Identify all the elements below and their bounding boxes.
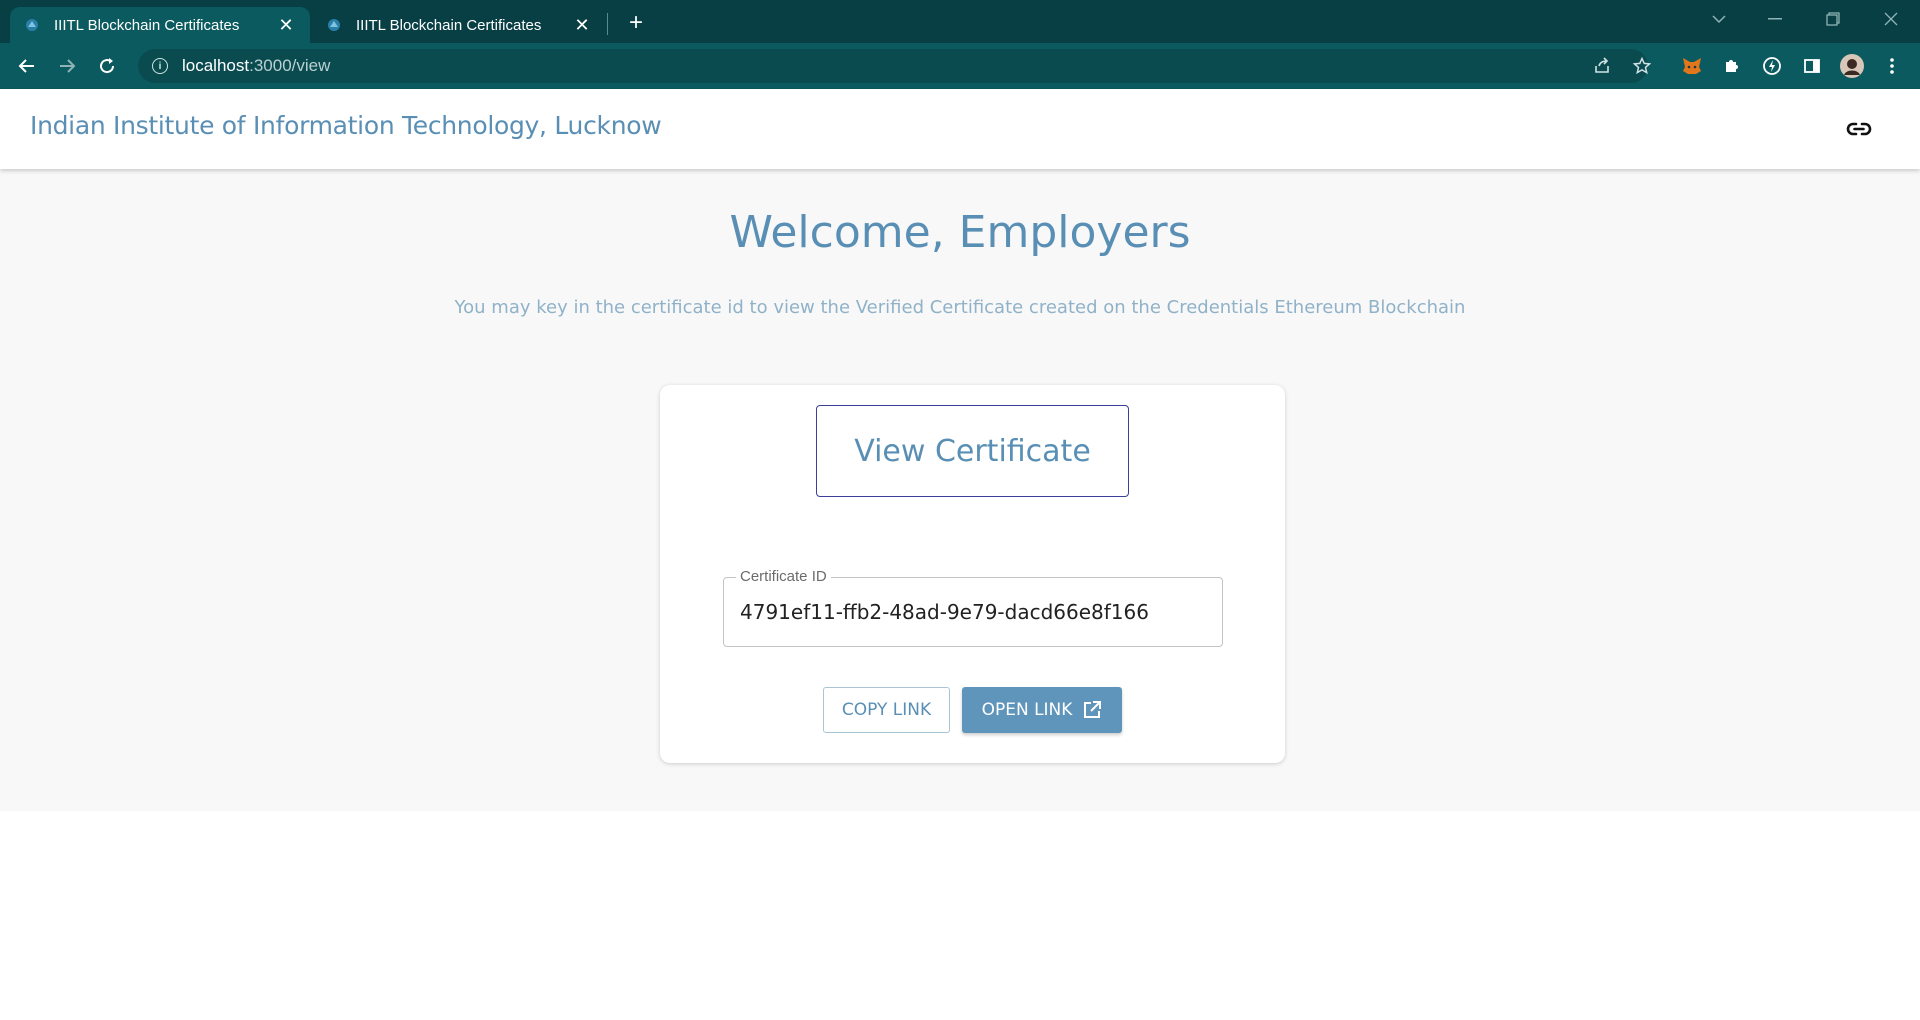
browser-tab-bar: IIITL Blockchain Certificates ✕ IIITL Bl… xyxy=(0,0,1920,43)
minimize-icon[interactable] xyxy=(1752,4,1798,34)
back-icon[interactable] xyxy=(12,51,42,81)
institute-name[interactable]: Indian Institute of Information Technolo… xyxy=(30,111,662,140)
browser-menu-icon[interactable] xyxy=(1878,52,1906,80)
certificate-id-field[interactable]: Certificate ID 4791ef11-ffb2-48ad-9e79-d… xyxy=(723,568,1223,647)
page-title: Welcome, Employers xyxy=(729,207,1191,258)
site-favicon-icon xyxy=(24,17,40,33)
view-certificate-button[interactable]: View Certificate xyxy=(816,405,1129,497)
tab-title: IIITL Blockchain Certificates xyxy=(54,16,240,34)
site-info-icon[interactable]: i xyxy=(152,58,168,74)
browser-tab-1[interactable]: IIITL Blockchain Certificates ✕ xyxy=(10,7,310,43)
main-content: Welcome, Employers You may key in the ce… xyxy=(0,169,1920,811)
browser-tab-2[interactable]: IIITL Blockchain Certificates ✕ xyxy=(312,7,606,43)
url-text: localhost:3000/view xyxy=(182,56,331,75)
extensions-puzzle-icon[interactable] xyxy=(1718,52,1746,80)
reload-icon[interactable] xyxy=(92,51,122,81)
browser-toolbar: i localhost:3000/view xyxy=(0,43,1920,89)
certificate-card: View Certificate Certificate ID 4791ef11… xyxy=(660,385,1285,763)
certificate-id-value[interactable]: 4791ef11-ffb2-48ad-9e79-dacd66e8f166 xyxy=(740,600,1149,624)
forward-icon[interactable] xyxy=(52,51,82,81)
bookmark-star-icon[interactable] xyxy=(1628,52,1656,80)
app-header: Indian Institute of Information Technolo… xyxy=(0,89,1920,169)
open-link-label: OPEN LINK xyxy=(981,700,1073,720)
tab-separator xyxy=(607,13,608,35)
site-favicon-icon xyxy=(326,17,342,33)
certificate-id-label: Certificate ID xyxy=(736,568,831,585)
tab-close-icon[interactable]: ✕ xyxy=(572,15,592,35)
profile-avatar[interactable] xyxy=(1838,52,1866,80)
address-bar[interactable]: i localhost:3000/view xyxy=(138,49,1648,83)
open-link-button[interactable]: OPEN LINK xyxy=(962,687,1122,733)
close-window-icon[interactable] xyxy=(1868,4,1914,34)
share-icon[interactable] xyxy=(1588,52,1616,80)
metamask-fox-icon[interactable] xyxy=(1678,52,1706,80)
link-icon[interactable] xyxy=(1845,115,1873,143)
copy-link-button[interactable]: COPY LINK xyxy=(823,687,950,733)
restore-icon[interactable] xyxy=(1810,4,1856,34)
extension-bolt-icon[interactable] xyxy=(1758,52,1786,80)
tab-search-chevron-icon[interactable] xyxy=(1696,4,1742,34)
side-panel-icon[interactable] xyxy=(1798,52,1826,80)
tab-close-icon[interactable]: ✕ xyxy=(276,15,296,35)
tab-title: IIITL Blockchain Certificates xyxy=(356,16,542,34)
external-link-icon xyxy=(1084,701,1102,718)
page-subtitle: You may key in the certificate id to vie… xyxy=(454,297,1466,318)
new-tab-icon[interactable]: + xyxy=(622,9,650,37)
